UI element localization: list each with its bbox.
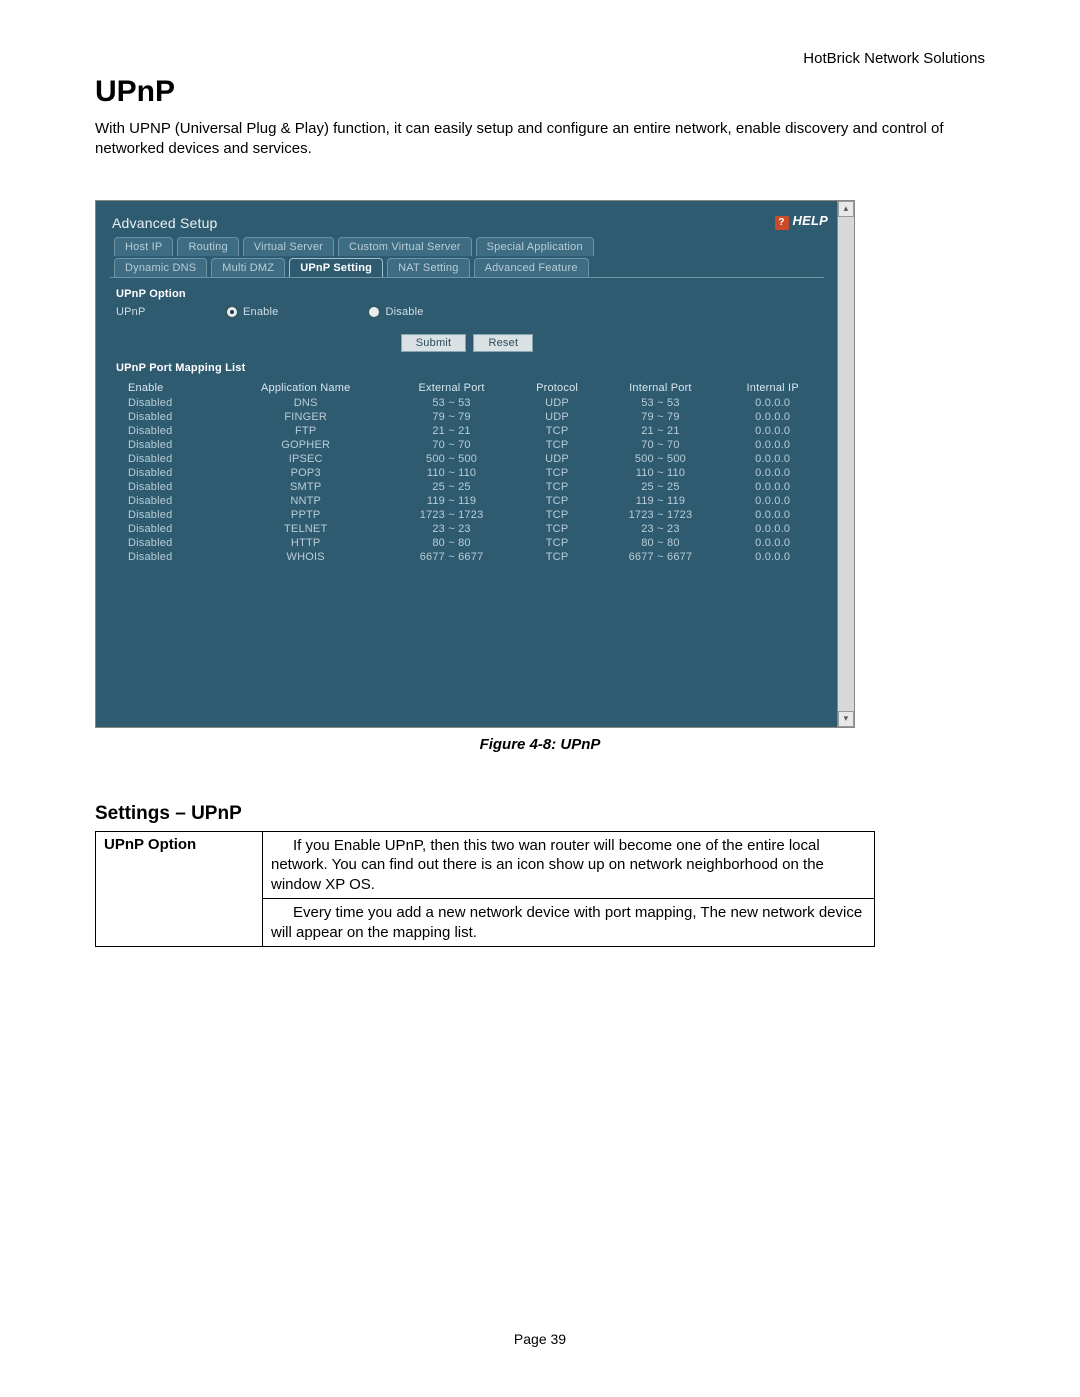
settings-table: UPnP Option If you Enable UPnP, then thi…	[95, 831, 875, 948]
scrollbar[interactable]: ▴ ▾	[837, 201, 854, 727]
table-row: DisabledTELNET23 ~ 23TCP23 ~ 230.0.0.0	[110, 522, 824, 536]
col-external-port: External Port	[389, 380, 515, 396]
radio-icon	[368, 306, 380, 318]
table-row: DisabledWHOIS6677 ~ 6677TCP6677 ~ 66770.…	[110, 550, 824, 564]
table-row: DisabledHTTP80 ~ 80TCP80 ~ 800.0.0.0	[110, 536, 824, 550]
tab-advanced-feature[interactable]: Advanced Feature	[474, 258, 589, 277]
router-screenshot: ?HELP Advanced Setup Host IPRouting Virtu…	[95, 200, 855, 728]
table-row: DisabledFTP21 ~ 21TCP21 ~ 210.0.0.0	[110, 424, 824, 438]
col-protocol: Protocol	[515, 380, 600, 396]
radio-icon	[226, 306, 238, 318]
help-icon: ?	[775, 216, 789, 230]
page-number: Page 39	[0, 1331, 1080, 1347]
page-title: UPnP	[95, 75, 985, 109]
submit-button[interactable]: Submit	[401, 334, 466, 352]
table-row: DisabledNNTP119 ~ 119TCP119 ~ 1190.0.0.0	[110, 494, 824, 508]
tab-multi-dmz[interactable]: Multi DMZ	[211, 258, 285, 277]
brand-text: HotBrick Network Solutions	[95, 50, 985, 67]
tab-routing[interactable]: Routing	[177, 237, 238, 256]
help-link[interactable]: ?HELP	[775, 213, 828, 230]
tab-upnp-setting[interactable]: UPnP Setting	[289, 258, 383, 277]
tabs-row-2: Dynamic DNSMulti DMZUPnP SettingNAT Sett…	[110, 258, 824, 277]
spec-val-1: If you Enable UPnP, then this two wan ro…	[263, 831, 875, 899]
table-row: DisabledPOP3110 ~ 110TCP110 ~ 1100.0.0.0	[110, 466, 824, 480]
upnp-enable-radio[interactable]: Enable	[226, 306, 278, 318]
col-enable: Enable	[110, 380, 223, 396]
spec-val-2: Every time you add a new network device …	[263, 899, 875, 947]
upnp-option-heading: UPnP Option	[116, 288, 824, 300]
upnp-radio-row: UPnP Enable Disable	[110, 306, 824, 318]
scroll-up-icon[interactable]: ▴	[838, 201, 854, 217]
reset-button[interactable]: Reset	[473, 334, 533, 352]
tab-custom-virtual-server[interactable]: Custom Virtual Server	[338, 237, 472, 256]
tab-dynamic-dns[interactable]: Dynamic DNS	[114, 258, 207, 277]
table-row: DisabledDNS53 ~ 53UDP53 ~ 530.0.0.0	[110, 396, 824, 410]
table-row: DisabledPPTP1723 ~ 1723TCP1723 ~ 17230.0…	[110, 508, 824, 522]
table-row: DisabledSMTP25 ~ 25TCP25 ~ 250.0.0.0	[110, 480, 824, 494]
settings-heading: Settings – UPnP	[95, 803, 985, 825]
upnp-disable-radio[interactable]: Disable	[368, 306, 423, 318]
spec-key: UPnP Option	[96, 831, 263, 947]
figure-caption: Figure 4-8: UPnP	[95, 736, 985, 753]
table-row: DisabledGOPHER70 ~ 70TCP70 ~ 700.0.0.0	[110, 438, 824, 452]
upnp-field-label: UPnP	[116, 306, 226, 318]
table-row: DisabledIPSEC500 ~ 500UDP500 ~ 5000.0.0.…	[110, 452, 824, 466]
col-application-name: Application Name	[223, 380, 389, 396]
col-internal-port: Internal Port	[600, 380, 722, 396]
tab-nat-setting[interactable]: NAT Setting	[387, 258, 470, 277]
upnp-mapping-table: EnableApplication NameExternal PortProto…	[110, 380, 824, 564]
scroll-down-icon[interactable]: ▾	[838, 711, 854, 727]
table-row: DisabledFINGER79 ~ 79UDP79 ~ 790.0.0.0	[110, 410, 824, 424]
tabs-row-1: Host IPRouting Virtual ServerCustom Virtu…	[110, 237, 824, 256]
tab-virtual-server[interactable]: Virtual Server	[243, 237, 334, 256]
col-internal-ip: Internal IP	[721, 380, 824, 396]
tab-host-ip[interactable]: Host IP	[114, 237, 173, 256]
mapping-list-heading: UPnP Port Mapping List	[116, 362, 824, 374]
tab-special-application[interactable]: Special Application	[476, 237, 594, 256]
panel-title: Advanced Setup	[112, 215, 824, 231]
intro-paragraph: With UPNP (Universal Plug & Play) functi…	[95, 119, 985, 160]
